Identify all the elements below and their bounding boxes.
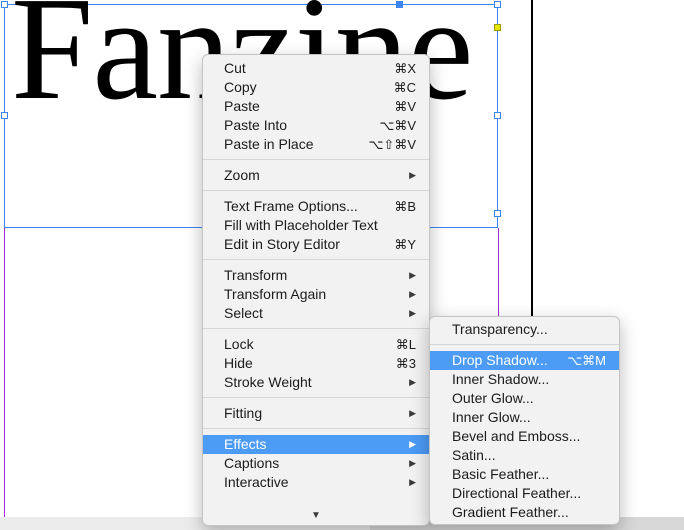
menu-separator: [203, 190, 429, 191]
menu-item-label: Stroke Weight: [224, 374, 312, 390]
menu-item-paste-in-place[interactable]: Paste in Place ⌥⇧⌘V: [203, 135, 429, 154]
menu-item-outer-glow[interactable]: Outer Glow...: [430, 389, 619, 408]
menu-item-effects[interactable]: Effects ▶: [203, 435, 429, 454]
menu-separator: [203, 159, 429, 160]
menu-item-edit-in-story-editor[interactable]: Edit in Story Editor ⌘Y: [203, 235, 429, 254]
menu-item-inner-glow[interactable]: Inner Glow...: [430, 408, 619, 427]
menu-item-shortcut: ⌘V: [394, 99, 416, 114]
menu-separator: [430, 344, 619, 345]
menu-item-zoom[interactable]: Zoom ▶: [203, 166, 429, 185]
menu-item-paste-into[interactable]: Paste Into ⌥⌘V: [203, 116, 429, 135]
menu-separator: [203, 397, 429, 398]
frame-handle-top-center[interactable]: [396, 1, 403, 8]
menu-item-label: Directional Feather...: [452, 485, 582, 501]
menu-item-transform-again[interactable]: Transform Again ▶: [203, 285, 429, 304]
frame-handle-top-right[interactable]: [494, 1, 501, 8]
menu-item-label: Zoom: [224, 167, 260, 183]
menu-item-label: Copy: [224, 79, 257, 95]
menu-item-lock[interactable]: Lock ⌘L: [203, 335, 429, 354]
menu-item-hide[interactable]: Hide ⌘3: [203, 354, 429, 373]
menu-item-label: Paste in Place: [224, 136, 314, 152]
menu-item-captions[interactable]: Captions ▶: [203, 454, 429, 473]
menu-item-label: Satin...: [452, 447, 496, 463]
frame-handle-middle-right[interactable]: [494, 112, 501, 119]
menu-item-shortcut: ⌘L: [395, 337, 416, 352]
menu-item-shortcut: ⌘3: [395, 356, 416, 371]
menu-item-inner-shadow[interactable]: Inner Shadow...: [430, 370, 619, 389]
menu-item-gradient-feather[interactable]: Gradient Feather...: [430, 503, 619, 522]
menu-item-satin[interactable]: Satin...: [430, 446, 619, 465]
menu-item-shortcut: ⌘Y: [394, 237, 416, 252]
menu-item-label: Outer Glow...: [452, 390, 534, 406]
menu-item-label: Drop Shadow...: [452, 352, 548, 368]
menu-separator: [203, 428, 429, 429]
menu-item-label: Hide: [224, 355, 253, 371]
menu-item-label: Transform Again: [224, 286, 327, 302]
menu-item-label: Inner Shadow...: [452, 371, 550, 387]
menu-item-label: Fill with Placeholder Text: [224, 217, 378, 233]
submenu-arrow-icon: ▶: [409, 408, 416, 418]
menu-item-cut[interactable]: Cut ⌘X: [203, 59, 429, 78]
submenu-arrow-icon: ▶: [409, 170, 416, 180]
menu-item-label: Cut: [224, 60, 246, 76]
menu-item-paste[interactable]: Paste ⌘V: [203, 97, 429, 116]
menu-item-copy[interactable]: Copy ⌘C: [203, 78, 429, 97]
submenu-arrow-icon: ▶: [409, 270, 416, 280]
menu-item-select[interactable]: Select ▶: [203, 304, 429, 323]
menu-item-label: Inner Glow...: [452, 409, 531, 425]
submenu-arrow-icon: ▶: [409, 377, 416, 387]
menu-item-transparency[interactable]: Transparency...: [430, 320, 619, 339]
menu-item-fitting[interactable]: Fitting ▶: [203, 404, 429, 423]
menu-item-label: Paste Into: [224, 117, 288, 133]
menu-item-drop-shadow[interactable]: Drop Shadow... ⌥⌘M: [430, 351, 619, 370]
submenu-arrow-icon: ▶: [409, 308, 416, 318]
menu-item-label: Select: [224, 305, 263, 321]
menu-item-bevel-and-emboss[interactable]: Bevel and Emboss...: [430, 427, 619, 446]
menu-item-transform[interactable]: Transform ▶: [203, 266, 429, 285]
menu-item-label: Transform: [224, 267, 288, 283]
menu-item-fill-with-placeholder-text[interactable]: Fill with Placeholder Text: [203, 216, 429, 235]
menu-item-label: Paste: [224, 98, 260, 114]
menu-item-label: Effects: [224, 436, 267, 452]
menu-item-label: Basic Feather...: [452, 466, 550, 482]
menu-item-label: Captions: [224, 455, 280, 471]
submenu-arrow-icon: ▶: [409, 289, 416, 299]
menu-item-stroke-weight[interactable]: Stroke Weight ▶: [203, 373, 429, 392]
menu-item-directional-feather[interactable]: Directional Feather...: [430, 484, 619, 503]
menu-item-shortcut: ⌘X: [394, 61, 416, 76]
submenu-arrow-icon: ▶: [409, 477, 416, 487]
menu-item-shortcut: ⌘C: [393, 80, 416, 95]
menu-item-label: Transparency...: [452, 321, 548, 337]
menu-item-label: Text Frame Options...: [224, 198, 358, 214]
margin-guide-left: [4, 228, 5, 530]
menu-item-shortcut: ⌥⌘M: [567, 353, 606, 368]
menu-separator: [203, 328, 429, 329]
menu-separator: [203, 259, 429, 260]
menu-item-label: Bevel and Emboss...: [452, 428, 581, 444]
context-menu: Cut ⌘X Copy ⌘C Paste ⌘V Paste Into ⌥⌘V Paste in …: [202, 54, 430, 526]
frame-handle-middle-left[interactable]: [1, 112, 8, 119]
menu-item-label: Edit in Story Editor: [224, 236, 340, 252]
frame-out-port[interactable]: [494, 24, 501, 31]
menu-item-basic-feather[interactable]: Basic Feather...: [430, 465, 619, 484]
frame-handle-top-left[interactable]: [1, 1, 8, 8]
menu-item-label: Interactive: [224, 474, 289, 490]
menu-item-shortcut: ⌥⌘V: [379, 118, 416, 133]
menu-item-interactive[interactable]: Interactive ▶: [203, 473, 429, 492]
effects-submenu: Transparency... Drop Shadow... ⌥⌘M Inner Sh…: [429, 316, 620, 525]
scroll-down-arrow-icon[interactable]: ▼: [203, 510, 429, 521]
menu-item-label: Lock: [224, 336, 254, 352]
menu-item-label: Fitting: [224, 405, 263, 421]
menu-item-label: Gradient Feather...: [452, 504, 569, 520]
menu-item-text-frame-options[interactable]: Text Frame Options... ⌘B: [203, 197, 429, 216]
frame-handle-bottom-right[interactable]: [494, 210, 501, 217]
submenu-arrow-icon: ▶: [409, 458, 416, 468]
menu-item-shortcut: ⌘B: [394, 199, 416, 214]
menu-item-shortcut: ⌥⇧⌘V: [368, 137, 416, 152]
submenu-arrow-icon: ▶: [409, 439, 416, 449]
